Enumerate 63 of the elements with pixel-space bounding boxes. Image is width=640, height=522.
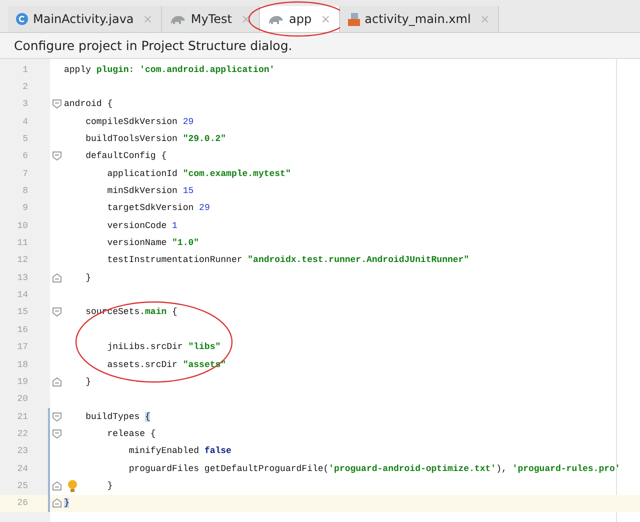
code-line: defaultConfig {: [86, 151, 167, 162]
line-number: 10: [16, 220, 28, 231]
line-number: 26: [16, 498, 28, 508]
fold-icon[interactable]: [52, 412, 62, 422]
fold-icon[interactable]: [52, 428, 62, 439]
lightbulb-icon[interactable]: [68, 480, 77, 492]
code-line: versionCode 1: [107, 220, 178, 231]
line-number: 14: [16, 290, 28, 300]
line-number: 6: [22, 151, 28, 162]
line-number: 25: [16, 480, 28, 491]
fold-icon[interactable]: [52, 498, 62, 508]
code-line: }: [107, 480, 113, 491]
line-number: 24: [16, 464, 28, 474]
code-line: applicationId "com.example.mytest": [107, 168, 291, 179]
line-number: 11: [16, 238, 28, 248]
code-line: jniLibs.srcDir "libs": [107, 342, 221, 352]
layout-file-icon: [348, 12, 360, 26]
code-line: versionName "1.0": [107, 238, 200, 248]
line-number: 15: [16, 307, 28, 318]
code-line: apply plugin: 'com.android.application': [64, 64, 275, 75]
code-line: proguardFiles getDefaultProguardFile('proguard-android-optimize.txt'), 'proguard-rules.pro': [128, 464, 620, 474]
line-number: 1: [22, 64, 28, 75]
fold-icon[interactable]: [52, 151, 62, 162]
line-number: 23: [16, 446, 28, 456]
line-number: 9: [22, 203, 28, 214]
code-line: minSdkVersion 15: [107, 186, 194, 196]
elephant-icon: [170, 14, 186, 24]
line-number: 18: [16, 360, 28, 370]
line-number: 5: [22, 134, 28, 144]
line-number: 20: [16, 394, 28, 404]
line-number: 12: [16, 255, 28, 266]
elephant-icon: [268, 14, 284, 24]
editor-tab[interactable]: activity_main.xml ×: [340, 6, 499, 32]
fold-icon[interactable]: [52, 272, 62, 283]
fold-icon[interactable]: [52, 480, 62, 491]
code-line: }: [86, 272, 92, 283]
fold-icon[interactable]: [52, 99, 62, 110]
class-icon: [16, 13, 28, 25]
line-number: 17: [16, 342, 28, 352]
line-number: 21: [16, 412, 28, 422]
fold-icon[interactable]: [52, 376, 62, 387]
line-number: 22: [16, 428, 28, 439]
code-line: android {: [64, 99, 113, 110]
editor-tab[interactable]: MainActivity.java ×: [8, 6, 162, 32]
line-number: 2: [22, 82, 28, 92]
code-line: compileSdkVersion 29: [86, 116, 194, 127]
code-line: targetSdkVersion 29: [107, 203, 210, 214]
line-number: 7: [22, 168, 28, 179]
line-number: 8: [22, 186, 28, 196]
editor-tab[interactable]: app ×: [260, 6, 340, 32]
line-number: 19: [16, 376, 28, 387]
code-line: release {: [107, 428, 156, 439]
code-line: testInstrumentationRunner "androidx.test.runner.AndroidJUnitRunner": [107, 255, 470, 266]
fold-icon[interactable]: [52, 307, 62, 318]
line-number: 13: [16, 272, 28, 283]
code-line: buildTypes {: [86, 412, 150, 422]
code-line: }: [86, 376, 92, 387]
code-line: minifyEnabled false: [128, 446, 232, 456]
line-number: 3: [22, 99, 28, 110]
code-line: buildToolsVersion "29.0.2": [86, 134, 226, 144]
line-number: 4: [22, 116, 28, 127]
line-number: 16: [16, 324, 28, 335]
notification-text: Configure project in Project Structure dialog.: [0, 33, 640, 59]
